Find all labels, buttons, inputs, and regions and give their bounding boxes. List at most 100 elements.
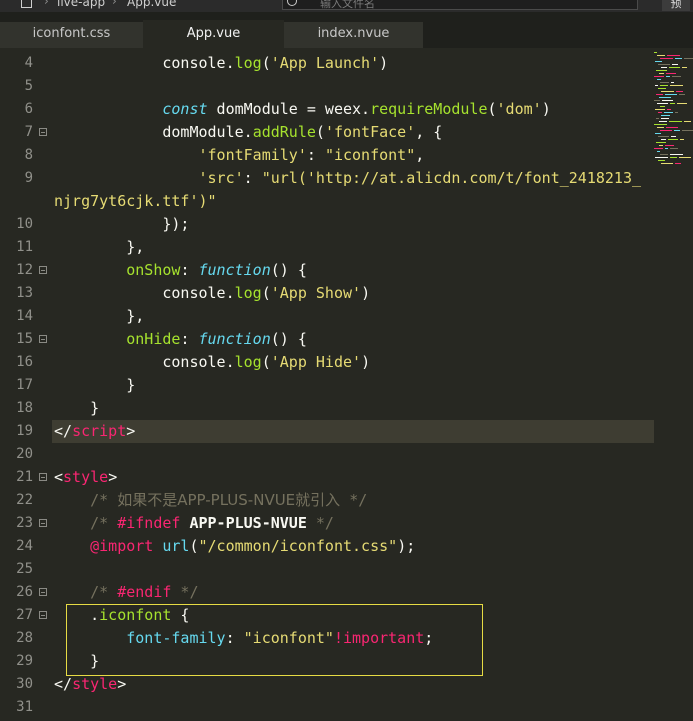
code-line[interactable]: 16 console.log('App Hide') [0, 351, 693, 374]
code-line[interactable]: 31 [0, 696, 693, 719]
code-line[interactable]: 14 }, [0, 305, 693, 328]
line-number: 31 [16, 699, 33, 715]
minimap-line [658, 88, 666, 89]
line-number: 19 [16, 423, 33, 439]
fold-toggle-icon[interactable] [39, 128, 47, 136]
fold-toggle-icon[interactable] [39, 611, 47, 619]
code-token: style [72, 675, 118, 693]
code-token: style [63, 468, 109, 486]
line-number: 30 [16, 676, 33, 692]
code-token: } [54, 376, 136, 394]
minimap-line [672, 76, 681, 77]
minimap-line [668, 139, 678, 140]
code-line[interactable]: 21 <style> [0, 466, 693, 489]
minimap-line [669, 121, 682, 122]
code-token: ( [261, 284, 271, 302]
line-number: 20 [16, 446, 33, 462]
code-token: */ [306, 514, 334, 532]
minimap-line [661, 91, 674, 92]
code-line[interactable]: 17 } [0, 374, 693, 397]
tab-iconfont-css[interactable]: iconfont.css [0, 22, 143, 48]
code-line[interactable]: 18 } [0, 397, 693, 420]
minimap-line [655, 109, 665, 110]
code-token: 如果不是APP-PLUS-NVUE就引入 [117, 491, 341, 509]
tab-index-nvue[interactable]: index.nvue [284, 22, 423, 48]
code-line[interactable]: njrg7yt6cjk.ttf')" [0, 190, 693, 213]
code-line[interactable]: 25 [0, 558, 693, 581]
code-line[interactable]: 26 /* #endif */ [0, 581, 693, 604]
minimap-line [684, 58, 693, 59]
code-text: @import url("/common/iconfont.css"); [54, 535, 415, 558]
code-token: "/common/iconfont.css" [198, 537, 398, 555]
tab-app-vue[interactable]: App.vue [143, 20, 284, 48]
code-line[interactable]: 27 .iconfont { [0, 604, 693, 627]
code-text: <style> [54, 466, 117, 489]
code-token: "iconfont" [324, 146, 416, 164]
code-line[interactable]: 7 domModule.addRule('fontFace', { [0, 121, 693, 144]
code-token: "iconfont" [243, 629, 334, 647]
line-number: 23 [16, 515, 33, 531]
fold-toggle-icon[interactable] [39, 519, 47, 527]
code-token: !important [333, 629, 425, 647]
code-token: }); [54, 215, 190, 233]
code-line[interactable]: 6 const domModule = weex.requireModule('… [0, 98, 693, 121]
line-number: 6 [24, 101, 33, 117]
code-line[interactable]: 28 font-family: "iconfont"!important; [0, 627, 693, 650]
code-line[interactable]: 10 }); [0, 213, 693, 236]
code-line[interactable]: 5 [0, 75, 693, 98]
project-icon [21, 0, 32, 8]
code-token: : [243, 169, 262, 187]
code-line[interactable]: 13 console.log('App Show') [0, 282, 693, 305]
breadcrumb-project[interactable]: live-app [57, 0, 105, 9]
minimap-line [655, 157, 668, 158]
line-number: 8 [24, 147, 33, 163]
code-line[interactable]: 29 } [0, 650, 693, 673]
code-text: console.log('App Show') [54, 282, 370, 305]
fold-toggle-icon[interactable] [39, 473, 47, 481]
code-text: console.log('App Hide') [54, 351, 370, 374]
code-line[interactable]: 19 </script> [0, 420, 693, 443]
fold-toggle-icon[interactable] [39, 266, 47, 274]
code-line[interactable]: 4 console.log('App Launch') [0, 52, 693, 75]
code-token: domModule = weex. [207, 100, 371, 118]
code-token: requireModule [370, 100, 488, 118]
code-editor[interactable]: 4 console.log('App Launch') 5 6 const domM… [0, 48, 693, 721]
code-token: () { [270, 330, 307, 348]
minimap-line [665, 145, 674, 146]
code-line[interactable]: 12 onShow: function() { [0, 259, 693, 282]
minimap-line [656, 142, 666, 143]
line-number: 29 [16, 653, 33, 669]
minimap[interactable] [654, 52, 693, 164]
minimap-line [670, 85, 683, 86]
minimap-line [661, 115, 670, 116]
fold-toggle-icon[interactable] [39, 588, 47, 596]
code-token: onHide [126, 330, 181, 348]
code-text: </style> [54, 673, 126, 696]
minimap-line [665, 94, 677, 95]
minimap-line [671, 136, 676, 137]
minimap-line [656, 70, 667, 71]
code-token: njrg7yt6cjk.ttf')" [54, 192, 217, 210]
minimap-line [659, 73, 664, 74]
fold-toggle-icon[interactable] [39, 335, 47, 343]
code-line[interactable]: 11 }, [0, 236, 693, 259]
code-line[interactable]: 8 'fontFamily': "iconfont", [0, 144, 693, 167]
code-line[interactable]: 20 [0, 443, 693, 466]
minimap-line [657, 103, 668, 104]
breadcrumb-file[interactable]: App.vue [127, 0, 176, 9]
code-token: log [234, 353, 262, 371]
code-token: log [234, 284, 262, 302]
code-line[interactable]: 24 @import url("/common/iconfont.css"); [0, 535, 693, 558]
code-line[interactable]: 15 onHide: function() { [0, 328, 693, 351]
minimap-line [660, 154, 668, 155]
code-line[interactable]: 9 'src': "url('http://at.alicdn.com/t/fo… [0, 167, 693, 190]
preview-button[interactable]: 预 [662, 0, 690, 11]
minimap-line [656, 118, 659, 119]
code-line[interactable]: 23 /* #ifndef APP-PLUS-NVUE */ [0, 512, 693, 535]
code-line[interactable]: 30 </style> [0, 673, 693, 696]
code-line[interactable]: 22 /* 如果不是APP-PLUS-NVUE就引入 */ [0, 489, 693, 512]
minimap-line [661, 118, 669, 119]
